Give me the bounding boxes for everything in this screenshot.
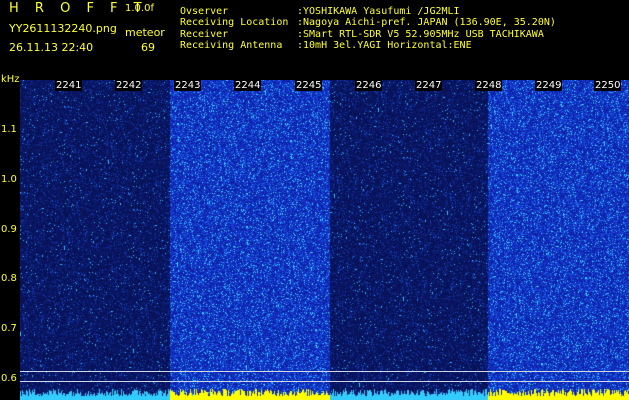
minute-label: 2247 <box>415 80 443 91</box>
info-label-location: Receiving Location <box>180 17 289 28</box>
ytick-0-9: 0.9 <box>1 224 17 235</box>
spectrogram-plot[interactable] <box>20 80 629 400</box>
header-panel: H R O F F T 1.0.0f YY2611132240.png mete… <box>0 0 629 80</box>
minute-label: 2244 <box>234 80 262 91</box>
info-label-receiver: Receiver <box>180 29 229 40</box>
file-name: YY2611132240.png <box>9 22 117 35</box>
reference-line-lower <box>20 381 629 382</box>
spectrogram-canvas <box>20 80 629 400</box>
info-value-location: :Nagoya Aichi-pref. JAPAN (136.90E, 35.2… <box>297 17 556 28</box>
frequency-axis: 1.1 1.0 0.9 0.8 0.7 0.6 <box>0 80 20 400</box>
ytick-1-1: 1.1 <box>1 124 17 135</box>
meteor-label: meteor <box>125 26 165 39</box>
app-version: 1.0.0f <box>125 3 154 14</box>
meteor-count: 69 <box>141 41 155 54</box>
minute-label: 2248 <box>475 80 503 91</box>
ytick-1-0: 1.0 <box>1 174 17 185</box>
minute-label: 2249 <box>535 80 563 91</box>
info-value-antenna: :10mH 3el.YAGI Horizontal:ENE <box>297 40 472 51</box>
minute-label: 2250 <box>594 80 622 91</box>
ytick-0-7: 0.7 <box>1 323 17 334</box>
reference-line-upper <box>20 371 629 372</box>
info-label-antenna: Receiving Antenna <box>180 40 283 51</box>
info-value-observer: :YOSHIKAWA Yasufumi /JG2MLI <box>297 6 460 17</box>
ytick-0-8: 0.8 <box>1 273 17 284</box>
date-time: 26.11.13 22:40 <box>9 41 94 54</box>
minute-label: 2246 <box>355 80 383 91</box>
minute-label: 2241 <box>55 80 83 91</box>
ytick-0-6: 0.6 <box>1 373 17 384</box>
axis-unit-label: kHz <box>1 74 20 85</box>
minute-label: 2242 <box>115 80 143 91</box>
minute-label: 2245 <box>295 80 323 91</box>
info-label-observer: Ovserver <box>180 6 229 17</box>
info-value-receiver: :SMart RTL-SDR V5 52.905MHz USB TACHIKAW… <box>297 29 544 40</box>
minute-label: 2243 <box>174 80 202 91</box>
